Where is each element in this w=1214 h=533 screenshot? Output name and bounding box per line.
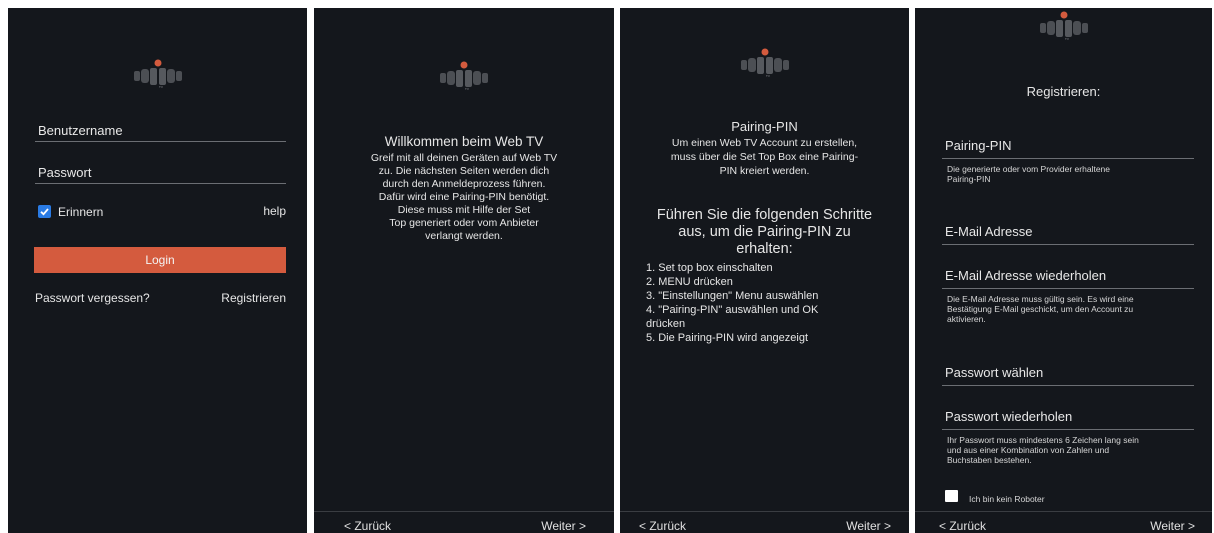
register-screen: Registrieren: Pairing-PIN Die generierte…: [915, 8, 1212, 533]
pairing-pin-underline: [942, 158, 1194, 159]
gib-tv-logo: [739, 48, 791, 78]
remember-checkbox[interactable]: [38, 205, 51, 218]
register-title: Registrieren:: [1026, 84, 1101, 99]
help-link[interactable]: help: [263, 204, 286, 218]
robot-label[interactable]: Ich bin kein Roboter: [969, 494, 1045, 504]
welcome-body: Greif mit all deinen Geräten auf Web TV …: [370, 152, 558, 242]
gib-tv-logo: [132, 59, 184, 89]
email-repeat-field[interactable]: E-Mail Adresse wiederholen: [945, 268, 1106, 283]
password-repeat-field[interactable]: Passwort wiederholen: [945, 409, 1072, 424]
password-repeat-underline: [942, 429, 1194, 430]
list-item: 2. MENU drücken: [646, 276, 733, 288]
password-field[interactable]: Passwort wählen: [945, 365, 1043, 380]
next-button[interactable]: Weiter >: [1150, 519, 1195, 533]
pairing-info-screen: Pairing-PIN Um einen Web TV Account zu e…: [620, 8, 909, 533]
pairing-title: Pairing-PIN: [731, 119, 798, 134]
steps-list: 1. Set top box einschalten 2. MENU drück…: [646, 261, 818, 345]
list-item: 3. "Einstellungen" Menu auswählen: [646, 290, 819, 302]
list-item: 4. "Pairing-PIN" auswählen und OK: [646, 304, 819, 316]
gib-tv-logo: [438, 61, 490, 91]
footer-divider: [620, 511, 909, 512]
email-field[interactable]: E-Mail Adresse: [945, 224, 1032, 239]
back-button[interactable]: < Zurück: [639, 519, 686, 533]
remember-label[interactable]: Erinnern: [58, 205, 103, 219]
list-item: drücken: [646, 318, 686, 330]
next-button[interactable]: Weiter >: [541, 519, 586, 533]
email-hint: Die E-Mail Adresse muss gültig sein. Es …: [947, 294, 1134, 324]
list-item: 5. Die Pairing-PIN wird angezeigt: [646, 332, 809, 344]
welcome-title: Willkommen beim Web TV: [384, 134, 544, 149]
email-underline: [942, 244, 1194, 245]
login-button[interactable]: Login: [34, 247, 286, 273]
login-screen: Benutzername Passwort Erinnern help Logi…: [8, 8, 307, 533]
register-link[interactable]: Registrieren: [221, 291, 286, 305]
pairing-pin-hint: Die generierte oder vom Provider erhalte…: [947, 164, 1111, 184]
robot-checkbox[interactable]: [945, 490, 958, 502]
email-repeat-underline: [942, 288, 1194, 289]
pairing-intro: Um einen Web TV Account zu erstellen, mu…: [670, 137, 859, 177]
steps-heading: Führen Sie die folgenden Schritte aus, u…: [656, 207, 873, 257]
check-icon: [40, 208, 49, 216]
password-underline: [942, 385, 1194, 386]
forgot-password-link[interactable]: Passwort vergessen?: [35, 291, 150, 305]
gib-tv-logo: [1038, 11, 1090, 41]
next-button[interactable]: Weiter >: [846, 519, 891, 533]
welcome-screen: Willkommen beim Web TV Greif mit all dei…: [314, 8, 614, 533]
pairing-pin-field[interactable]: Pairing-PIN: [945, 138, 1011, 153]
password-hint: Ihr Passwort muss mindestens 6 Zeichen l…: [947, 435, 1139, 465]
back-button[interactable]: < Zurück: [939, 519, 986, 533]
back-button[interactable]: < Zurück: [344, 519, 391, 533]
password-underline: [35, 183, 286, 184]
password-field[interactable]: Passwort: [38, 165, 91, 180]
username-underline: [35, 141, 286, 142]
footer-divider: [915, 511, 1212, 512]
footer-divider: [314, 511, 614, 512]
list-item: 1. Set top box einschalten: [646, 262, 773, 274]
username-field[interactable]: Benutzername: [38, 123, 123, 138]
